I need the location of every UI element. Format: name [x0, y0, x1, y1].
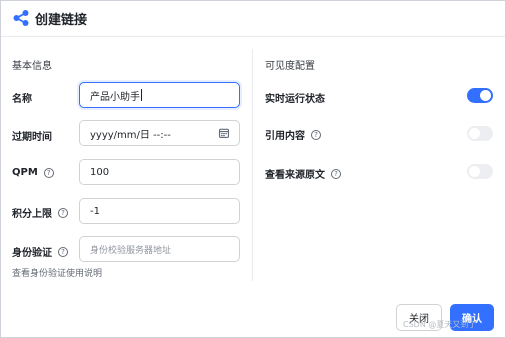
quote-content-label-text: 引用内容 [265, 131, 305, 142]
view-source-label: 查看来源原文 ? [265, 166, 341, 181]
name-label: 名称 [12, 90, 32, 105]
basic-info-title: 基本信息 [12, 61, 52, 72]
qpm-input[interactable]: 100 [79, 159, 240, 185]
realtime-status-label-text: 实时运行状态 [265, 94, 325, 105]
auth-server-input[interactable]: 身份校验服务器地址 [79, 236, 240, 262]
auth-label-text: 身份验证 [12, 248, 52, 259]
points-limit-label-text: 积分上限 [12, 209, 52, 220]
name-input-value: 产品小助手 [90, 91, 140, 103]
create-link-dialog: 创建链接 基本信息 名称 产品小助手 过期时间 yyyy/mm/日 --:-- … [0, 0, 506, 338]
toggle-knob [480, 90, 491, 101]
calendar-icon[interactable] [219, 128, 229, 138]
points-limit-input-value: -1 [90, 205, 100, 217]
expire-input-placeholder: yyyy/mm/日 --:-- [90, 129, 171, 141]
view-source-toggle[interactable] [467, 164, 493, 179]
points-limit-label: 积分上限 ? [12, 205, 68, 220]
realtime-status-toggle[interactable] [467, 88, 493, 103]
expire-datetime-input[interactable]: yyyy/mm/日 --:-- [79, 120, 240, 146]
help-icon[interactable]: ? [58, 207, 68, 218]
auth-docs-link[interactable]: 查看身份验证使用说明 [12, 266, 102, 279]
help-icon[interactable]: ? [331, 168, 341, 179]
toggle-knob [469, 166, 480, 177]
points-limit-input[interactable]: -1 [79, 198, 240, 224]
quote-content-label: 引用内容 ? [265, 127, 321, 142]
dialog-title: 创建链接 [35, 13, 88, 28]
realtime-status-label: 实时运行状态 [265, 90, 325, 105]
name-label-text: 名称 [12, 94, 32, 105]
share-icon [13, 10, 29, 26]
toggle-knob [469, 128, 480, 139]
help-icon[interactable]: ? [43, 167, 54, 178]
qpm-label-text: QPM [12, 167, 38, 178]
auth-label: 身份验证 ? [12, 244, 68, 259]
help-icon[interactable]: ? [58, 246, 68, 257]
auth-input-placeholder: 身份校验服务器地址 [90, 245, 172, 256]
help-icon[interactable]: ? [311, 129, 321, 140]
expire-label-text: 过期时间 [12, 132, 52, 143]
quote-content-toggle[interactable] [467, 126, 493, 141]
view-source-label-text: 查看来源原文 [265, 170, 325, 181]
text-caret [141, 89, 142, 101]
qpm-input-value: 100 [90, 166, 110, 178]
visibility-config-title: 可见度配置 [265, 61, 315, 72]
name-input[interactable]: 产品小助手 [79, 82, 240, 108]
watermark: CSDN @夏天又到了 [403, 320, 477, 329]
qpm-label: QPM ? [12, 167, 54, 178]
column-divider [252, 49, 253, 281]
expire-label: 过期时间 [12, 128, 52, 143]
dialog-header: 创建链接 [1, 1, 505, 37]
